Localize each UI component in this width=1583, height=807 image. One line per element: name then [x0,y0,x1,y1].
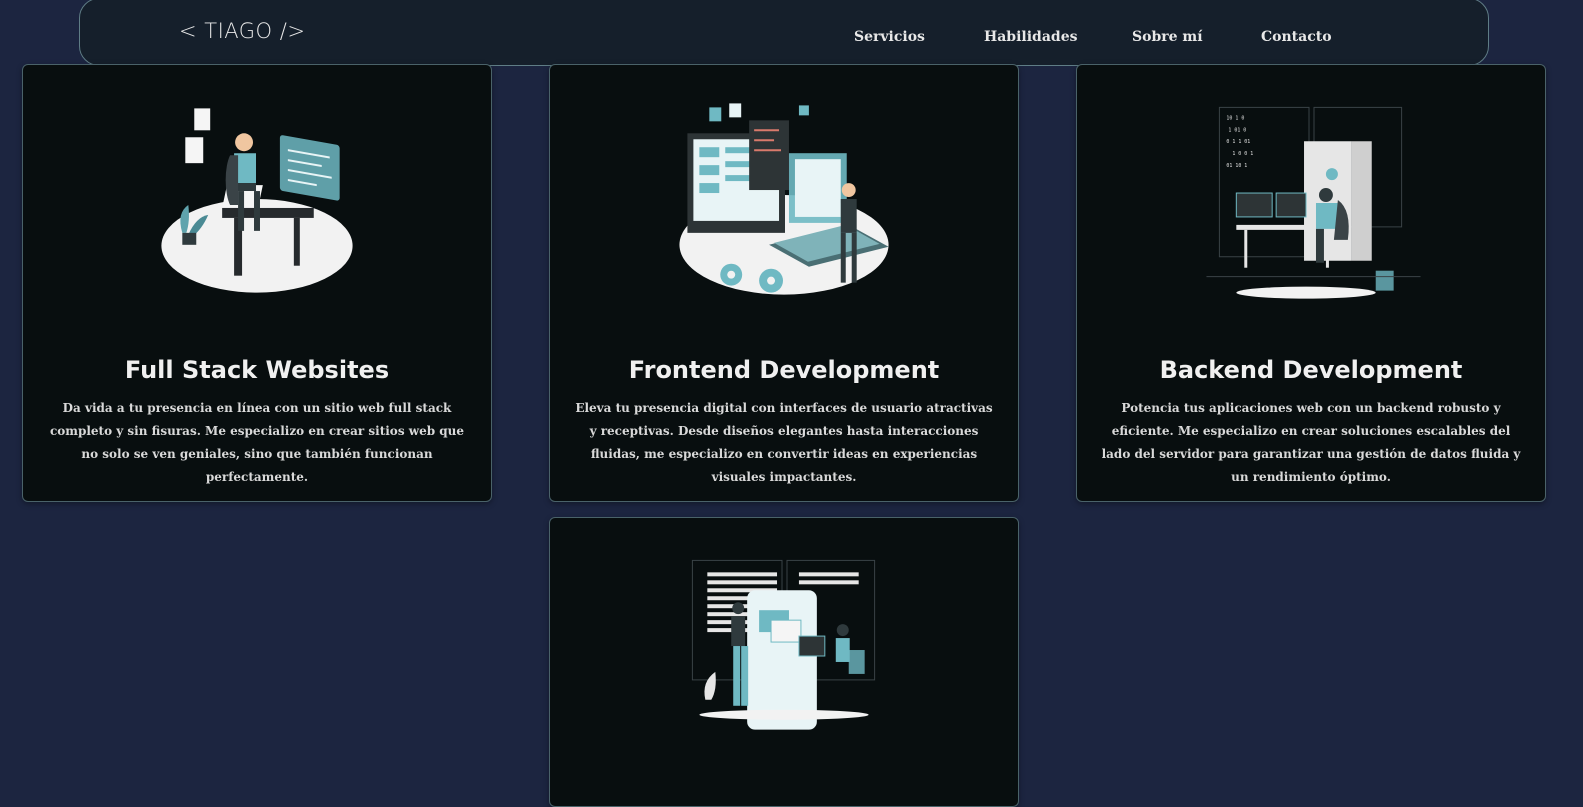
team-collaboration-illustration [691,559,876,730]
nav-link-contacto[interactable]: Contacto [1261,29,1332,45]
card-title: Full Stack Websites [124,355,390,384]
svg-text:0 1 1 01: 0 1 1 01 [1226,139,1250,145]
service-card-frontend: Frontend Development Eleva tu presencia … [549,64,1019,502]
nav-link-habilidades[interactable]: Habilidades [984,29,1077,45]
site-logo[interactable]: < TIAGO /> [179,19,305,43]
service-card-backend: 10 1 0 1 01 0 0 1 1 01 1 0 0 1 01 10 1 Bac… [1076,64,1546,502]
frontend-screens-illustration [679,103,889,295]
card-title: Backend Development [1159,355,1463,384]
card-title: Frontend Development [628,355,940,384]
navbar: < TIAGO /> Servicios Habilidades Sobre m… [79,0,1489,66]
nav-link-servicios[interactable]: Servicios [854,29,925,45]
nav-link-sobre-mi[interactable]: Sobre mí [1132,29,1203,45]
card-description: Da vida a tu presencia en línea con un s… [49,401,465,484]
card-description: Eleva tu presencia digital con interface… [575,401,993,484]
svg-text:1 0 0 1: 1 0 0 1 [1232,151,1253,157]
card-description: Potencia tus aplicaciones web con un bac… [1101,401,1521,484]
service-card-fourth [549,517,1019,807]
svg-text:1 01 0: 1 01 0 [1228,127,1246,133]
backend-code-illustration: 10 1 0 1 01 0 0 1 1 01 1 0 0 1 01 10 1 [1206,106,1421,299]
service-card-full-stack: Full Stack Websites Da vida a tu presenc… [22,64,492,502]
svg-text:10 1 0: 10 1 0 [1226,115,1244,121]
svg-text:01 10 1: 01 10 1 [1226,163,1247,169]
developer-at-desk-illustration [161,108,353,293]
